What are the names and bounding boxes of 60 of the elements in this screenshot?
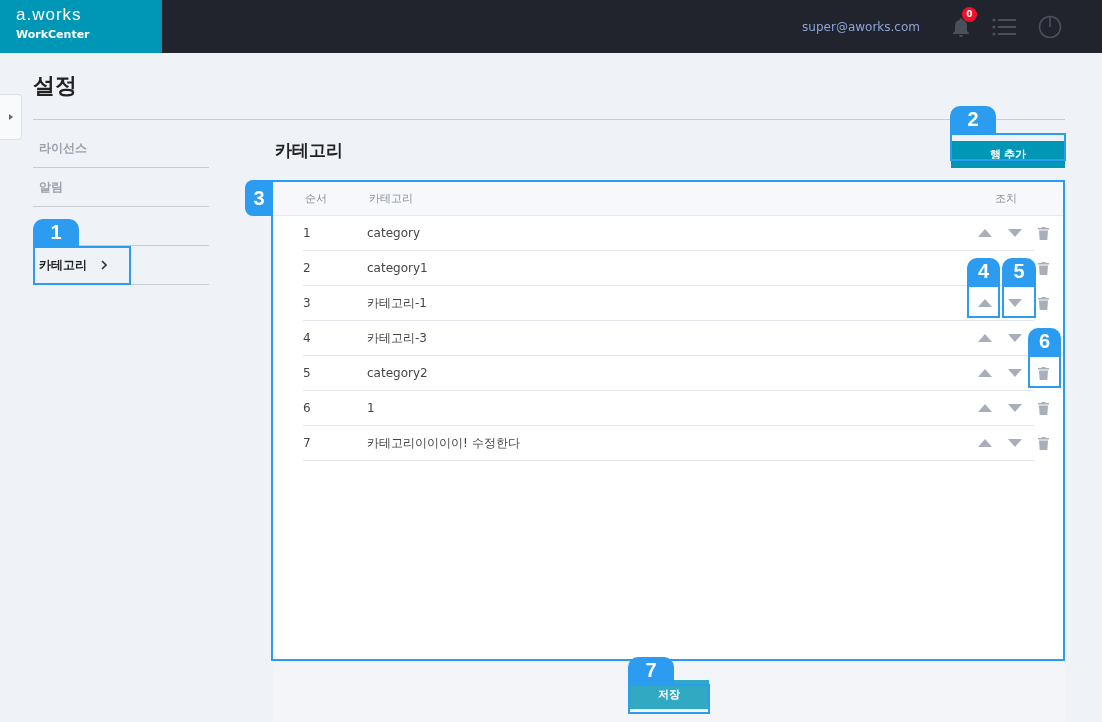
column-header: 조치: [995, 191, 1018, 206]
callout-number: 2: [950, 106, 996, 133]
trash-icon[interactable]: [1038, 297, 1049, 310]
section-title: 카테고리: [275, 138, 343, 162]
table-cell: 1: [367, 401, 375, 415]
table-cell: 카테고리-1: [367, 294, 427, 312]
table-cell-text: 6: [303, 401, 312, 415]
caret-right-icon: [8, 114, 13, 120]
power-icon[interactable]: [1038, 14, 1062, 39]
bell-icon[interactable]: [952, 16, 970, 37]
trash-icon[interactable]: [1038, 262, 1049, 275]
sidebar-item[interactable]: 알림: [33, 178, 63, 196]
user-email[interactable]: super@aworks.com: [802, 19, 920, 34]
move-up-icon[interactable]: [978, 334, 992, 342]
menu-icon[interactable]: [992, 17, 1016, 36]
notification-count: 0: [962, 6, 977, 22]
move-down-icon[interactable]: [1008, 299, 1022, 307]
table-cell-text: 7: [303, 436, 312, 450]
move-up-icon[interactable]: [978, 439, 992, 447]
column-header: 카테고리: [369, 191, 414, 206]
chevron-right-icon: [101, 260, 107, 270]
callout-number: 5: [1002, 258, 1036, 285]
move-down-icon[interactable]: [1008, 439, 1022, 447]
move-up-icon[interactable]: [978, 229, 992, 237]
table-cell-text: 3: [303, 296, 312, 310]
table-cell-text: 2: [303, 261, 312, 275]
callout-number: 6: [1028, 328, 1061, 355]
table-cell: category: [367, 226, 421, 240]
callout-number: 7: [628, 657, 674, 684]
callout-number: 3: [245, 180, 273, 216]
callout-outline: [1002, 285, 1036, 318]
move-up-icon[interactable]: [978, 404, 992, 412]
table-cell-text: 5: [303, 366, 312, 380]
move-down-icon[interactable]: [1008, 369, 1022, 377]
table-cell: category1: [367, 261, 428, 275]
trash-icon[interactable]: [1038, 367, 1049, 380]
app-name: WorkCenter: [16, 28, 91, 41]
callout-number: 4: [967, 258, 1000, 285]
trash-icon[interactable]: [1038, 437, 1049, 450]
table-cell: category2: [367, 366, 428, 380]
trash-icon[interactable]: [1038, 402, 1049, 415]
logo[interactable]: a.works: [16, 6, 162, 24]
callout-number: 1: [33, 219, 79, 246]
table-cell-text: 1: [303, 226, 312, 240]
move-down-icon[interactable]: [1008, 229, 1022, 237]
table-cell-text: 4: [303, 331, 312, 345]
move-down-icon[interactable]: [1008, 404, 1022, 412]
move-up-icon[interactable]: [978, 299, 992, 307]
move-down-icon[interactable]: [1008, 334, 1022, 342]
callout-outline: [1028, 355, 1061, 388]
page-title: 설정: [33, 72, 78, 100]
trash-icon[interactable]: [1038, 227, 1049, 240]
column-header: 순서: [304, 191, 328, 206]
sidebar-item[interactable]: 카테고리: [33, 246, 131, 284]
table-cell: 카테고리-3: [367, 329, 427, 347]
callout-outline: [967, 285, 1000, 318]
sidebar-toggle[interactable]: [0, 94, 22, 140]
move-up-icon[interactable]: [978, 369, 992, 377]
table-cell: 카테고리이이이이! 수정한다: [367, 434, 520, 452]
sidebar-item[interactable]: 라이선스: [33, 139, 87, 157]
